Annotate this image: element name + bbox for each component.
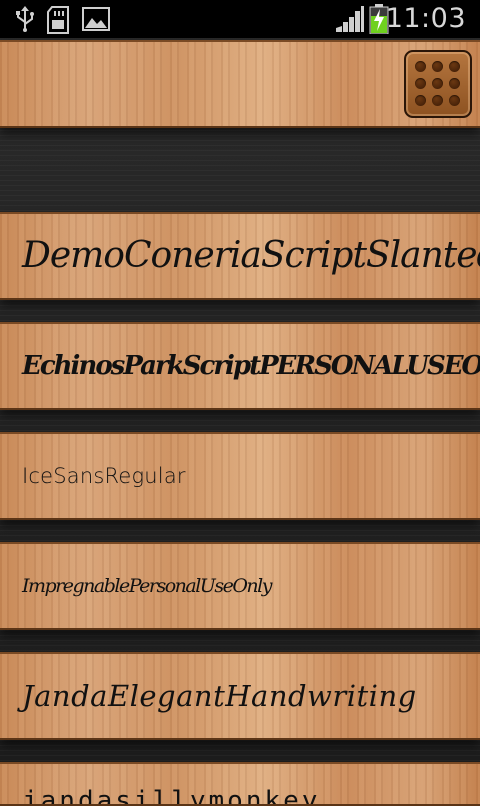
grid-menu-icon	[415, 61, 461, 107]
clock: 11:03	[385, 3, 466, 34]
usb-icon	[14, 6, 36, 36]
list-item-font[interactable]: JandaElegantHandwriting	[0, 652, 480, 740]
font-name-label: IceSansRegular	[22, 464, 186, 488]
list-item-font[interactable]: DemoConeriaScriptSlanted	[0, 212, 480, 300]
list-item-font[interactable]: EchinosParkScriptPERSONALUSEONLY	[0, 322, 480, 410]
font-name-label: ImpregnablePersonalUseOnly	[22, 575, 272, 597]
sd-card-icon	[46, 6, 72, 38]
font-name-label: EchinosParkScriptPERSONALUSEONLY	[22, 351, 480, 381]
font-name-label: jandasillymonkey	[22, 786, 321, 806]
status-bar: 11:03	[0, 0, 480, 38]
font-name-label: JandaElegantHandwriting	[22, 679, 417, 713]
list-item-font[interactable]: jandasillymonkey	[0, 762, 480, 806]
signal-icon	[336, 6, 364, 36]
header-bar	[0, 40, 480, 128]
list-item-font[interactable]: IceSansRegular	[0, 432, 480, 520]
list-item-font[interactable]: ImpregnablePersonalUseOnly	[0, 542, 480, 630]
image-icon	[82, 6, 110, 36]
font-name-label: DemoConeriaScriptSlanted	[22, 235, 480, 276]
grid-menu-button[interactable]	[404, 50, 472, 118]
